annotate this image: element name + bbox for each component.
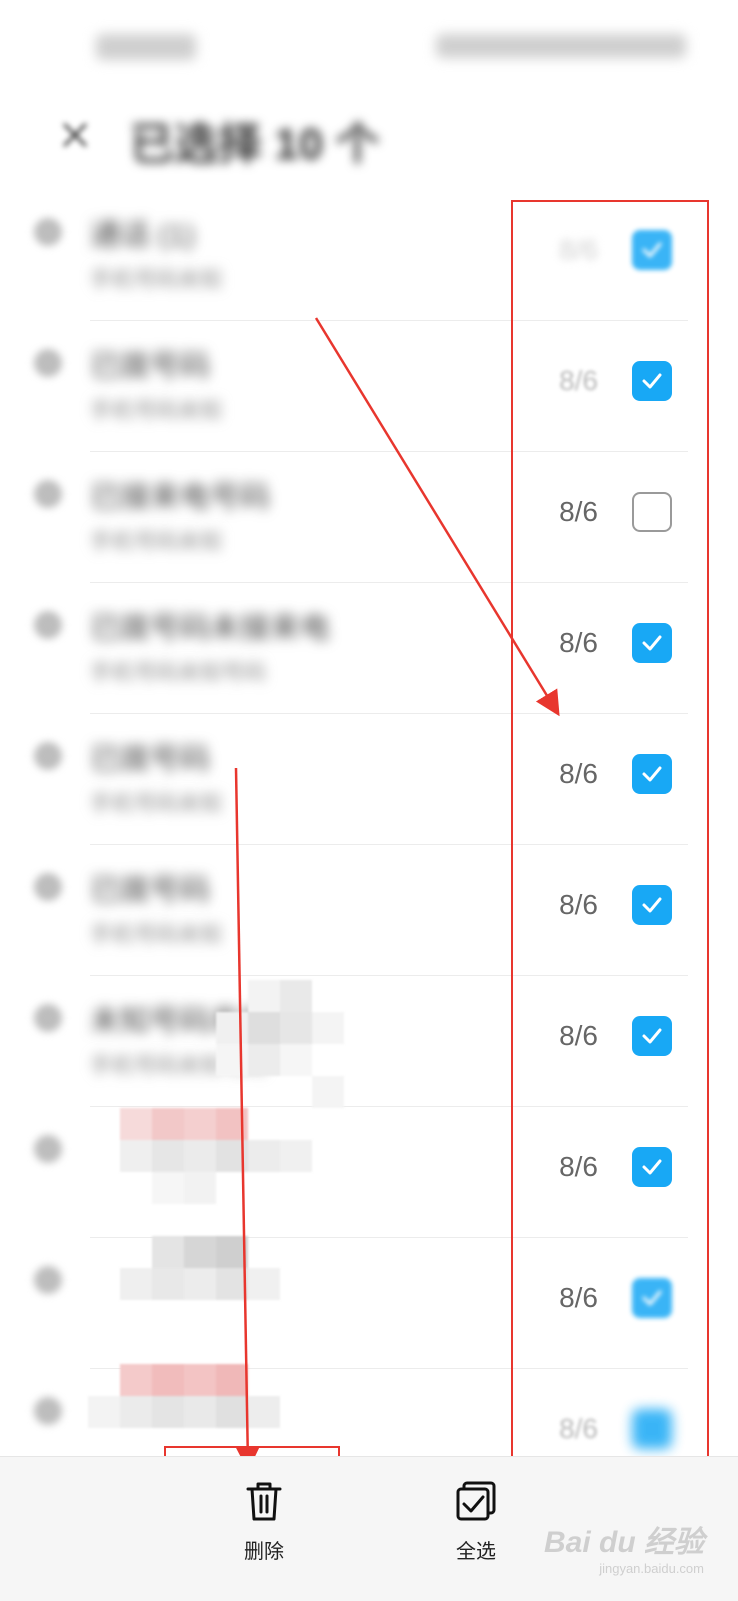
item-checkbox[interactable] [632, 1147, 672, 1187]
list-item[interactable]: 通话 (1) 手机号码未知 8/6 [0, 190, 738, 321]
list-item[interactable]: 已拨号码 手机号码未知 8/6 [0, 714, 738, 845]
list-item-date: 8/6 [559, 365, 598, 396]
checkmark-icon [642, 1290, 662, 1306]
list-item-subtitle: 手机号码未知 [90, 922, 223, 947]
list-item-title: 已拨号码 [90, 874, 210, 907]
list-item-date: 8/6 [559, 1413, 598, 1444]
list-item-subtitle: 手机号码未知 [90, 398, 223, 423]
list-item-date: 8/6 [559, 1020, 598, 1051]
call-type-icon [34, 1266, 62, 1294]
call-type-icon [34, 480, 62, 508]
watermark-text: Bai du 经验 [543, 1526, 704, 1559]
item-checkbox[interactable] [632, 885, 672, 925]
status-bar [0, 0, 738, 90]
list-item-title: 已接来电号码 [90, 481, 270, 514]
checkmark-icon [642, 897, 662, 913]
call-type-icon [34, 1397, 62, 1425]
list-item-date: 8/6 [559, 1282, 598, 1313]
list-item-subtitle: 手机号码未知 [90, 529, 223, 554]
baidu-jingyan-watermark: Bai du 经验 jingyan.baidu.com [544, 1517, 704, 1576]
list-item-title: 通话 (1) [90, 219, 195, 252]
call-type-icon [34, 1004, 62, 1032]
list-item-title: 已拨号码 [90, 743, 210, 776]
status-icons [436, 34, 686, 58]
checkmark-icon [642, 1159, 662, 1175]
call-type-icon [34, 742, 62, 770]
call-type-icon [34, 1135, 62, 1163]
call-type-icon [34, 218, 62, 246]
list-item-date: 8/6 [559, 889, 598, 920]
list-item-title: 已拨号码未接来电 [90, 612, 330, 645]
selection-header: 已选择 10 个 [0, 90, 738, 190]
trash-icon [246, 1482, 282, 1521]
list-item-title: 已拨号码 [90, 350, 210, 383]
list-item-date: 8/6 [559, 234, 598, 265]
list-item[interactable]: 已接来电号码 手机号码未知 8/6 [0, 452, 738, 583]
page-title: 已选择 10 个 [130, 120, 380, 169]
list-item[interactable]: 已拨号码 手机号码未知 8/6 [0, 845, 738, 976]
close-icon[interactable] [58, 118, 92, 152]
list-item-subtitle: 手机号码未知 [90, 267, 223, 292]
item-checkbox[interactable] [632, 1409, 672, 1449]
list-item-subtitle: 手机号码未知 [90, 791, 223, 816]
checkmark-icon [642, 242, 662, 258]
list-item-date: 8/6 [559, 758, 598, 789]
select-all-icon [456, 1481, 496, 1521]
item-checkbox[interactable] [632, 361, 672, 401]
item-checkbox[interactable] [632, 1278, 672, 1318]
list-item-date: 8/6 [559, 627, 598, 658]
checkmark-icon [642, 373, 662, 389]
status-time [96, 34, 196, 60]
item-checkbox[interactable] [632, 754, 672, 794]
list-item-date: 8/6 [559, 1151, 598, 1182]
list-item[interactable]: 已拨号码未接来电 手机号码未知号码 8/6 [0, 583, 738, 714]
checkmark-icon [642, 1028, 662, 1044]
checkmark-icon [642, 635, 662, 651]
call-type-icon [34, 873, 62, 901]
select-all-button[interactable]: 全选 [396, 1457, 556, 1601]
list-item-subtitle: 手机号码未知号码 [90, 660, 267, 685]
call-type-icon [34, 349, 62, 377]
item-checkbox[interactable] [632, 1016, 672, 1056]
delete-button[interactable]: 删除 [184, 1457, 344, 1601]
select-all-button-label: 全选 [456, 1541, 496, 1563]
watermark-url: jingyan.baidu.com [599, 1561, 704, 1576]
checkmark-icon [642, 766, 662, 782]
bottom-action-bar: 删除 全选 Bai du 经验 jingyan.baidu.com [0, 1456, 738, 1601]
list-item-date: 8/6 [559, 496, 598, 527]
delete-button-label: 删除 [244, 1541, 284, 1563]
item-checkbox[interactable] [632, 492, 672, 532]
privacy-mosaic [88, 980, 388, 1460]
call-type-icon [34, 611, 62, 639]
item-checkbox[interactable] [632, 230, 672, 270]
item-checkbox[interactable] [632, 623, 672, 663]
list-item[interactable]: 已拨号码 手机号码未知 8/6 [0, 321, 738, 452]
